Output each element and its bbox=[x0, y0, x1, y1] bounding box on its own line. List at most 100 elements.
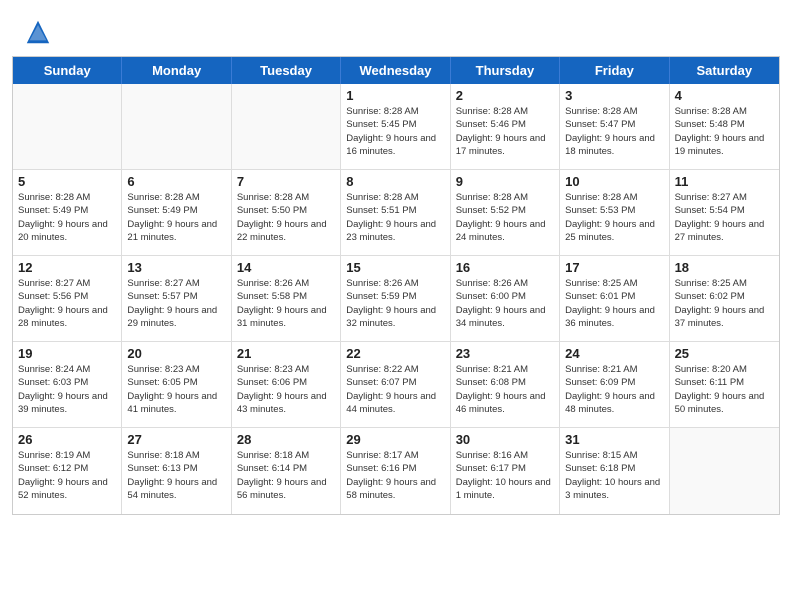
day-cell-6: 6 Sunrise: 8:28 AMSunset: 5:49 PMDaylight… bbox=[122, 170, 231, 256]
day-cell-28: 28 Sunrise: 8:18 AMSunset: 6:14 PMDayligh… bbox=[232, 428, 341, 514]
weekday-header-tuesday: Tuesday bbox=[232, 57, 341, 84]
weekday-header-monday: Monday bbox=[122, 57, 231, 84]
day-info: Sunrise: 8:28 AMSunset: 5:48 PMDaylight:… bbox=[675, 105, 774, 158]
day-number: 11 bbox=[675, 174, 774, 189]
day-info: Sunrise: 8:20 AMSunset: 6:11 PMDaylight:… bbox=[675, 363, 774, 416]
day-info: Sunrise: 8:24 AMSunset: 6:03 PMDaylight:… bbox=[18, 363, 116, 416]
day-number: 13 bbox=[127, 260, 225, 275]
day-number: 29 bbox=[346, 432, 444, 447]
day-number: 23 bbox=[456, 346, 554, 361]
page-header bbox=[0, 0, 792, 56]
day-number: 26 bbox=[18, 432, 116, 447]
day-number: 27 bbox=[127, 432, 225, 447]
page-container: SundayMondayTuesdayWednesdayThursdayFrid… bbox=[0, 0, 792, 515]
day-number: 18 bbox=[675, 260, 774, 275]
day-info: Sunrise: 8:25 AMSunset: 6:01 PMDaylight:… bbox=[565, 277, 663, 330]
logo-icon bbox=[24, 18, 52, 46]
day-cell-8: 8 Sunrise: 8:28 AMSunset: 5:51 PMDaylight… bbox=[341, 170, 450, 256]
day-info: Sunrise: 8:28 AMSunset: 5:49 PMDaylight:… bbox=[127, 191, 225, 244]
day-info: Sunrise: 8:28 AMSunset: 5:45 PMDaylight:… bbox=[346, 105, 444, 158]
day-info: Sunrise: 8:16 AMSunset: 6:17 PMDaylight:… bbox=[456, 449, 554, 502]
day-cell-20: 20Sunrise: 8:23 AMSunset: 6:05 PMDayligh… bbox=[122, 342, 231, 428]
weekday-header-saturday: Saturday bbox=[670, 57, 779, 84]
day-info: Sunrise: 8:21 AMSunset: 6:08 PMDaylight:… bbox=[456, 363, 554, 416]
day-info: Sunrise: 8:28 AMSunset: 5:53 PMDaylight:… bbox=[565, 191, 663, 244]
day-info: Sunrise: 8:15 AMSunset: 6:18 PMDaylight:… bbox=[565, 449, 663, 502]
day-number: 5 bbox=[18, 174, 116, 189]
day-number: 4 bbox=[675, 88, 774, 103]
day-number: 25 bbox=[675, 346, 774, 361]
day-number: 22 bbox=[346, 346, 444, 361]
day-cell-7: 7Sunrise: 8:28 AMSunset: 5:50 PMDaylight… bbox=[232, 170, 341, 256]
day-info: Sunrise: 8:27 AMSunset: 5:57 PMDaylight:… bbox=[127, 277, 225, 330]
day-number: 8 bbox=[346, 174, 444, 189]
day-cell-13: 13 Sunrise: 8:27 AMSunset: 5:57 PMDayligh… bbox=[122, 256, 231, 342]
day-number: 19 bbox=[18, 346, 116, 361]
day-cell-16: 16 Sunrise: 8:26 AMSunset: 6:00 PMDayligh… bbox=[451, 256, 560, 342]
day-cell-29: 29 Sunrise: 8:17 AMSunset: 6:16 PMDayligh… bbox=[341, 428, 450, 514]
day-number: 9 bbox=[456, 174, 554, 189]
day-info: Sunrise: 8:28 AMSunset: 5:46 PMDaylight:… bbox=[456, 105, 554, 158]
day-cell-9: 9Sunrise: 8:28 AMSunset: 5:52 PMDaylight… bbox=[451, 170, 560, 256]
calendar-grid: 1 Sunrise: 8:28 AMSunset: 5:45 PMDaylight… bbox=[13, 84, 779, 514]
day-info: Sunrise: 8:18 AMSunset: 6:14 PMDaylight:… bbox=[237, 449, 335, 502]
day-cell-21: 21 Sunrise: 8:23 AMSunset: 6:06 PMDayligh… bbox=[232, 342, 341, 428]
day-info: Sunrise: 8:18 AMSunset: 6:13 PMDaylight:… bbox=[127, 449, 225, 502]
day-number: 31 bbox=[565, 432, 663, 447]
empty-cell bbox=[670, 428, 779, 514]
day-number: 24 bbox=[565, 346, 663, 361]
day-number: 3 bbox=[565, 88, 663, 103]
day-cell-4: 4 Sunrise: 8:28 AMSunset: 5:48 PMDaylight… bbox=[670, 84, 779, 170]
day-cell-10: 10 Sunrise: 8:28 AMSunset: 5:53 PMDayligh… bbox=[560, 170, 669, 256]
day-info: Sunrise: 8:27 AMSunset: 5:56 PMDaylight:… bbox=[18, 277, 116, 330]
day-number: 16 bbox=[456, 260, 554, 275]
day-cell-12: 12 Sunrise: 8:27 AMSunset: 5:56 PMDayligh… bbox=[13, 256, 122, 342]
day-number: 21 bbox=[237, 346, 335, 361]
day-cell-15: 15 Sunrise: 8:26 AMSunset: 5:59 PMDayligh… bbox=[341, 256, 450, 342]
day-cell-27: 27 Sunrise: 8:18 AMSunset: 6:13 PMDayligh… bbox=[122, 428, 231, 514]
day-cell-17: 17 Sunrise: 8:25 AMSunset: 6:01 PMDayligh… bbox=[560, 256, 669, 342]
day-cell-23: 23 Sunrise: 8:21 AMSunset: 6:08 PMDayligh… bbox=[451, 342, 560, 428]
day-cell-1: 1 Sunrise: 8:28 AMSunset: 5:45 PMDaylight… bbox=[341, 84, 450, 170]
empty-cell bbox=[232, 84, 341, 170]
logo bbox=[24, 18, 56, 46]
day-info: Sunrise: 8:23 AMSunset: 6:06 PMDaylight:… bbox=[237, 363, 335, 416]
day-info: Sunrise: 8:17 AMSunset: 6:16 PMDaylight:… bbox=[346, 449, 444, 502]
calendar-header: SundayMondayTuesdayWednesdayThursdayFrid… bbox=[13, 57, 779, 84]
day-number: 6 bbox=[127, 174, 225, 189]
day-cell-2: 2 Sunrise: 8:28 AMSunset: 5:46 PMDaylight… bbox=[451, 84, 560, 170]
day-number: 15 bbox=[346, 260, 444, 275]
day-cell-14: 14 Sunrise: 8:26 AMSunset: 5:58 PMDayligh… bbox=[232, 256, 341, 342]
day-cell-31: 31 Sunrise: 8:15 AMSunset: 6:18 PMDayligh… bbox=[560, 428, 669, 514]
day-cell-11: 11Sunrise: 8:27 AMSunset: 5:54 PMDayligh… bbox=[670, 170, 779, 256]
day-number: 12 bbox=[18, 260, 116, 275]
day-info: Sunrise: 8:28 AMSunset: 5:50 PMDaylight:… bbox=[237, 191, 335, 244]
day-number: 17 bbox=[565, 260, 663, 275]
day-info: Sunrise: 8:26 AMSunset: 6:00 PMDaylight:… bbox=[456, 277, 554, 330]
day-info: Sunrise: 8:28 AMSunset: 5:49 PMDaylight:… bbox=[18, 191, 116, 244]
weekday-header-thursday: Thursday bbox=[451, 57, 560, 84]
day-info: Sunrise: 8:28 AMSunset: 5:51 PMDaylight:… bbox=[346, 191, 444, 244]
calendar: SundayMondayTuesdayWednesdayThursdayFrid… bbox=[12, 56, 780, 515]
day-number: 14 bbox=[237, 260, 335, 275]
day-info: Sunrise: 8:25 AMSunset: 6:02 PMDaylight:… bbox=[675, 277, 774, 330]
day-number: 2 bbox=[456, 88, 554, 103]
day-cell-30: 30 Sunrise: 8:16 AMSunset: 6:17 PMDayligh… bbox=[451, 428, 560, 514]
empty-cell bbox=[122, 84, 231, 170]
day-cell-5: 5 Sunrise: 8:28 AMSunset: 5:49 PMDaylight… bbox=[13, 170, 122, 256]
day-info: Sunrise: 8:26 AMSunset: 5:58 PMDaylight:… bbox=[237, 277, 335, 330]
day-number: 20 bbox=[127, 346, 225, 361]
day-info: Sunrise: 8:22 AMSunset: 6:07 PMDaylight:… bbox=[346, 363, 444, 416]
day-cell-22: 22 Sunrise: 8:22 AMSunset: 6:07 PMDayligh… bbox=[341, 342, 450, 428]
day-number: 10 bbox=[565, 174, 663, 189]
day-info: Sunrise: 8:26 AMSunset: 5:59 PMDaylight:… bbox=[346, 277, 444, 330]
day-cell-3: 3Sunrise: 8:28 AMSunset: 5:47 PMDaylight… bbox=[560, 84, 669, 170]
day-number: 30 bbox=[456, 432, 554, 447]
day-info: Sunrise: 8:21 AMSunset: 6:09 PMDaylight:… bbox=[565, 363, 663, 416]
day-info: Sunrise: 8:19 AMSunset: 6:12 PMDaylight:… bbox=[18, 449, 116, 502]
day-number: 28 bbox=[237, 432, 335, 447]
weekday-header-friday: Friday bbox=[560, 57, 669, 84]
weekday-header-sunday: Sunday bbox=[13, 57, 122, 84]
day-number: 1 bbox=[346, 88, 444, 103]
day-cell-25: 25 Sunrise: 8:20 AMSunset: 6:11 PMDayligh… bbox=[670, 342, 779, 428]
